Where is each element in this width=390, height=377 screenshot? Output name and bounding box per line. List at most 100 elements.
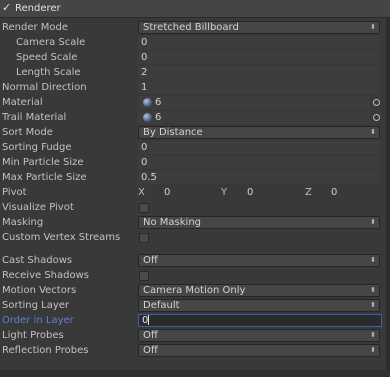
material-sphere-icon <box>143 113 152 122</box>
custom-vertex-streams-label: Custom Vertex Streams <box>2 232 121 243</box>
chevron-updown-icon: ⬍ <box>370 301 376 309</box>
pivot-z-label[interactable]: Z <box>305 185 312 200</box>
order-in-layer-row: Order in Layer 0 <box>0 313 386 328</box>
material-value: 6 <box>155 97 162 108</box>
sorting-fudge-label[interactable]: Sorting Fudge <box>2 140 72 155</box>
max-particle-size-row: Max Particle Size 0.5 <box>0 170 386 185</box>
speed-scale-row: Speed Scale 0 <box>0 50 386 65</box>
material-object-field[interactable]: 6 <box>138 96 370 109</box>
pivot-y-label[interactable]: Y <box>221 185 227 200</box>
custom-vertex-streams-checkbox[interactable] <box>139 233 149 243</box>
normal-direction-field[interactable]: 1 <box>138 81 380 94</box>
length-scale-label[interactable]: Length Scale <box>16 65 81 80</box>
order-in-layer-label[interactable]: Order in Layer <box>2 313 74 328</box>
max-particle-size-label[interactable]: Max Particle Size <box>2 170 87 185</box>
chevron-updown-icon: ⬍ <box>370 346 376 354</box>
motion-vectors-row: Motion Vectors Camera Motion Only ⬍ <box>0 283 386 298</box>
custom-vertex-streams-row: Custom Vertex Streams <box>0 230 386 245</box>
sorting-layer-value: Default <box>143 300 180 311</box>
pivot-row: Pivot X 0 Y 0 Z 0 <box>0 185 386 200</box>
receive-shadows-checkbox[interactable] <box>139 271 149 281</box>
trail-material-object-field[interactable]: 6 <box>138 111 370 124</box>
camera-scale-value: 0 <box>141 37 148 48</box>
min-particle-size-row: Min Particle Size 0 <box>0 155 386 170</box>
sorting-fudge-field[interactable]: 0 <box>138 141 380 154</box>
trail-material-row: Trail Material 6 <box>0 110 386 125</box>
visualize-pivot-row: Visualize Pivot <box>0 200 386 215</box>
light-probes-dropdown[interactable]: Off ⬍ <box>138 329 380 342</box>
min-particle-size-value: 0 <box>141 157 148 168</box>
panel-bottom-edge <box>0 370 390 377</box>
material-row: Material 6 <box>0 95 386 110</box>
chevron-updown-icon: ⬍ <box>370 23 376 31</box>
visualize-pivot-checkbox[interactable] <box>139 203 149 213</box>
chevron-updown-icon: ⬍ <box>370 256 376 264</box>
render-mode-row: Render Mode Stretched Billboard ⬍ <box>0 20 386 35</box>
sorting-layer-row: Sorting Layer Default ⬍ <box>0 298 386 313</box>
render-mode-value: Stretched Billboard <box>143 22 239 33</box>
sorting-layer-label: Sorting Layer <box>2 300 70 311</box>
length-scale-value: 2 <box>141 67 148 78</box>
normal-direction-label[interactable]: Normal Direction <box>2 80 87 95</box>
render-mode-dropdown[interactable]: Stretched Billboard ⬍ <box>138 21 380 34</box>
object-picker-icon[interactable] <box>373 99 380 106</box>
inspector-scrollbar[interactable] <box>386 18 390 377</box>
cast-shadows-label: Cast Shadows <box>2 255 73 266</box>
material-sphere-icon <box>143 98 152 107</box>
masking-dropdown[interactable]: No Masking ⬍ <box>138 216 380 229</box>
motion-vectors-value: Camera Motion Only <box>143 285 246 296</box>
material-label: Material <box>2 97 43 108</box>
camera-scale-label[interactable]: Camera Scale <box>16 35 85 50</box>
trail-material-value: 6 <box>155 112 162 123</box>
reflection-probes-value: Off <box>143 345 158 356</box>
renderer-module-header[interactable]: ✓ Renderer <box>0 0 390 18</box>
chevron-updown-icon: ⬍ <box>370 331 376 339</box>
pivot-label: Pivot <box>2 187 27 198</box>
renderer-enabled-checkbox[interactable]: ✓ <box>2 2 12 13</box>
order-in-layer-value-wrap: 0 <box>142 315 150 326</box>
normal-direction-row: Normal Direction 1 <box>0 80 386 95</box>
cast-shadows-dropdown[interactable]: Off ⬍ <box>138 254 380 267</box>
pivot-x-field[interactable]: 0 <box>164 185 170 200</box>
object-picker-icon[interactable] <box>373 114 380 121</box>
sort-mode-dropdown[interactable]: By Distance ⬍ <box>138 126 380 139</box>
order-in-layer-field[interactable]: 0 <box>138 314 382 327</box>
speed-scale-label[interactable]: Speed Scale <box>16 50 77 65</box>
motion-vectors-label: Motion Vectors <box>2 285 77 296</box>
sort-mode-label: Sort Mode <box>2 127 53 138</box>
min-particle-size-field[interactable]: 0 <box>138 156 380 169</box>
light-probes-label: Light Probes <box>2 330 64 341</box>
reflection-probes-label: Reflection Probes <box>2 345 89 356</box>
pivot-z-field[interactable]: 0 <box>331 185 337 200</box>
masking-row: Masking No Masking ⬍ <box>0 215 386 230</box>
chevron-updown-icon: ⬍ <box>370 218 376 226</box>
camera-scale-field[interactable]: 0 <box>138 36 380 49</box>
max-particle-size-value: 0.5 <box>141 172 157 183</box>
render-mode-label: Render Mode <box>2 22 69 33</box>
masking-value: No Masking <box>143 217 201 228</box>
speed-scale-field[interactable]: 0 <box>138 51 380 64</box>
sorting-layer-dropdown[interactable]: Default ⬍ <box>138 299 380 312</box>
length-scale-field[interactable]: 2 <box>138 66 380 79</box>
masking-label: Masking <box>2 217 44 228</box>
sorting-fudge-row: Sorting Fudge 0 <box>0 140 386 155</box>
cast-shadows-row: Cast Shadows Off ⬍ <box>0 253 386 268</box>
chevron-updown-icon: ⬍ <box>370 286 376 294</box>
chevron-updown-icon: ⬍ <box>370 128 376 136</box>
light-probes-value: Off <box>143 330 158 341</box>
cast-shadows-value: Off <box>143 255 158 266</box>
pivot-y-field[interactable]: 0 <box>247 185 253 200</box>
reflection-probes-dropdown[interactable]: Off ⬍ <box>138 344 380 357</box>
trail-material-label: Trail Material <box>2 112 67 123</box>
receive-shadows-label: Receive Shadows <box>2 270 89 281</box>
visualize-pivot-label: Visualize Pivot <box>2 202 74 213</box>
light-probes-row: Light Probes Off ⬍ <box>0 328 386 343</box>
pivot-x-label[interactable]: X <box>138 185 145 200</box>
max-particle-size-field[interactable]: 0.5 <box>138 171 380 184</box>
min-particle-size-label[interactable]: Min Particle Size <box>2 155 84 170</box>
motion-vectors-dropdown[interactable]: Camera Motion Only ⬍ <box>138 284 380 297</box>
reflection-probes-row: Reflection Probes Off ⬍ <box>0 343 386 358</box>
receive-shadows-row: Receive Shadows <box>0 268 386 283</box>
length-scale-row: Length Scale 2 <box>0 65 386 80</box>
camera-scale-row: Camera Scale 0 <box>0 35 386 50</box>
